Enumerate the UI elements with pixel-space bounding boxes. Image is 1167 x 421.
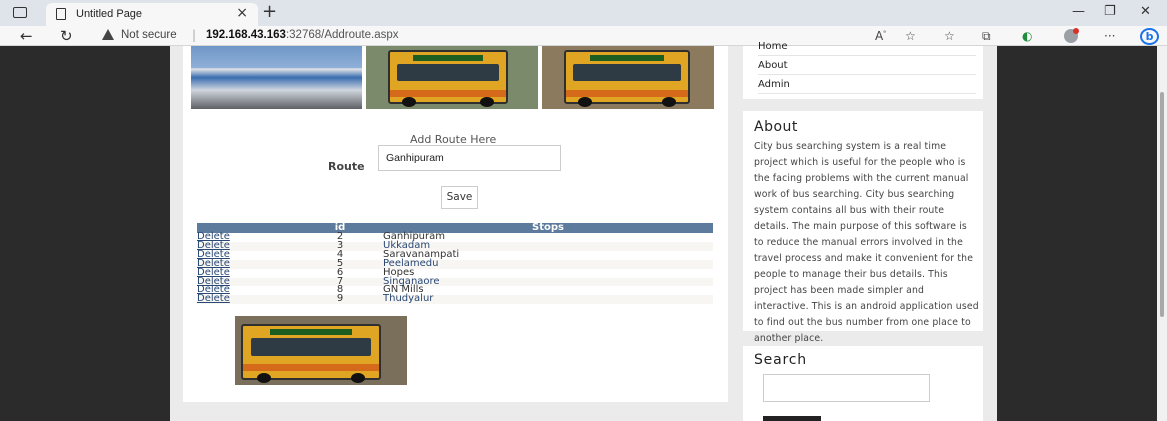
url-field[interactable]: 192.168.43.163:32768/Addroute.aspx	[206, 29, 398, 41]
page-viewport: Add Route Here Route Ganhipuram Save id …	[0, 41, 1167, 421]
menu-item-home[interactable]: Home	[758, 37, 976, 56]
extension-icon[interactable]: ◐	[1022, 29, 1032, 43]
route-input[interactable]: Ganhipuram	[378, 145, 561, 171]
row-stop: Ganhipuram	[383, 232, 713, 242]
url-path: :32768/Addroute.aspx	[285, 29, 399, 41]
search-input[interactable]	[763, 374, 930, 402]
bing-icon[interactable]: b	[1140, 28, 1159, 45]
table-header: id Stops	[197, 223, 713, 233]
page-wrapper: Add Route Here Route Ganhipuram Save id …	[170, 41, 997, 421]
main-content: Add Route Here Route Ganhipuram Save id …	[183, 46, 728, 402]
nav-menu: Home About Admin	[743, 41, 983, 99]
address-bar: ← ↻ Not secure | 192.168.43.163:32768/Ad…	[0, 26, 1167, 46]
not-secure-label[interactable]: Not secure	[121, 29, 177, 41]
save-button[interactable]: Save	[441, 186, 478, 209]
delete-link[interactable]: Delete	[197, 293, 230, 304]
about-text: City bus searching system is a real time…	[754, 141, 979, 344]
url-host: 192.168.43.163	[206, 29, 286, 41]
tab-close-icon[interactable]: ×	[236, 5, 248, 21]
notification-dot	[1073, 28, 1079, 34]
minimize-icon[interactable]: —	[1072, 4, 1085, 19]
row-stop: Singanaore	[383, 276, 713, 287]
page-icon	[56, 8, 66, 20]
table-row: Delete 6 Hopes	[197, 267, 713, 278]
refresh-icon[interactable]: ↻	[60, 27, 73, 45]
warning-icon[interactable]	[102, 29, 114, 40]
table-row: Delete 9 Thudyalur	[197, 293, 713, 305]
bus-photo-1	[366, 46, 538, 109]
close-window-icon[interactable]: ✕	[1140, 4, 1151, 19]
table-row: Delete 7 Singanaore	[197, 276, 713, 287]
menu-item-about[interactable]: About	[758, 56, 976, 75]
collections-icon[interactable]: ⧉	[982, 29, 991, 44]
bus-photo-2	[542, 46, 714, 109]
browser-tab[interactable]: Untitled Page ×	[46, 3, 258, 26]
search-heading: Search	[754, 352, 807, 368]
search-button[interactable]	[763, 416, 821, 421]
browser-window: Untitled Page × + — ❐ ✕ ← ↻ Not secure |…	[0, 0, 1167, 421]
about-heading: About	[754, 119, 798, 135]
more-menu-icon[interactable]: ···	[1104, 29, 1115, 43]
table-row: Delete 2 Ganhipuram	[197, 232, 713, 242]
bus-station-photo	[191, 46, 362, 109]
tab-bar: Untitled Page × + — ❐ ✕	[0, 0, 1167, 26]
route-label: Route	[328, 160, 365, 173]
row-id: 9	[297, 294, 383, 305]
about-panel: About City bus searching system is a rea…	[743, 111, 983, 344]
table-row: Delete 5 Peelamedu	[197, 258, 713, 269]
scrollbar-thumb[interactable]	[1160, 92, 1164, 317]
row-stop: Peelamedu	[383, 258, 713, 269]
table-row: Delete 8 GN Mills	[197, 285, 713, 296]
routes-table: id Stops Delete 2 Ganhipuram Delete 3 Uk…	[197, 223, 713, 305]
tab-actions-icon[interactable]	[13, 7, 27, 18]
new-tab-icon[interactable]: +	[262, 1, 277, 22]
back-icon[interactable]: ←	[20, 27, 33, 45]
row-stop: Thudyalur	[383, 294, 713, 305]
table-row: Delete 4 Saravanampati	[197, 249, 713, 260]
restore-icon[interactable]: ❐	[1104, 4, 1116, 19]
menu-item-admin[interactable]: Admin	[758, 75, 976, 94]
bus-photo-3	[235, 316, 407, 385]
search-panel: Search	[743, 346, 983, 421]
tab-title: Untitled Page	[76, 8, 143, 20]
url-separator: |	[192, 28, 197, 42]
